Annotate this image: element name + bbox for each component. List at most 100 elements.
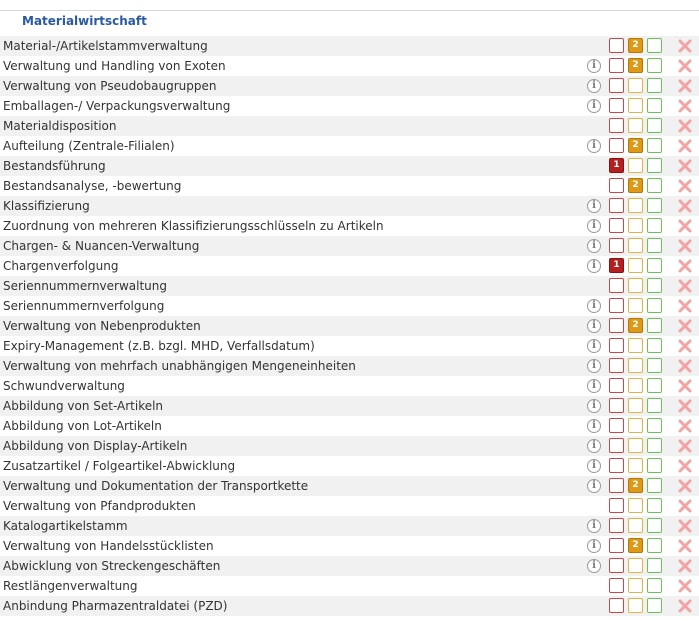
priority-1-checkbox[interactable]	[609, 318, 624, 333]
priority-3-checkbox[interactable]	[647, 358, 662, 373]
info-icon[interactable]: i	[587, 79, 601, 93]
priority-3-checkbox[interactable]	[647, 218, 662, 233]
delete-icon[interactable]	[678, 359, 692, 373]
priority-2-checkbox[interactable]	[628, 338, 643, 353]
priority-3-checkbox[interactable]	[647, 278, 662, 293]
delete-icon[interactable]	[678, 499, 692, 513]
info-icon[interactable]: i	[587, 479, 601, 493]
info-icon[interactable]: i	[587, 519, 601, 533]
priority-3-checkbox[interactable]	[647, 518, 662, 533]
priority-3-checkbox[interactable]	[647, 98, 662, 113]
delete-icon[interactable]	[678, 139, 692, 153]
delete-icon[interactable]	[678, 239, 692, 253]
priority-2-checkbox[interactable]	[628, 558, 643, 573]
priority-3-checkbox[interactable]	[647, 498, 662, 513]
delete-icon[interactable]	[678, 459, 692, 473]
priority-2-checkbox[interactable]	[628, 98, 643, 113]
delete-icon[interactable]	[678, 259, 692, 273]
priority-3-checkbox[interactable]	[647, 378, 662, 393]
priority-3-checkbox[interactable]	[647, 198, 662, 213]
priority-1-checkbox[interactable]	[609, 518, 624, 533]
delete-icon[interactable]	[678, 319, 692, 333]
priority-1-checkbox[interactable]	[609, 58, 624, 73]
priority-1-checkbox[interactable]	[609, 438, 624, 453]
info-icon[interactable]: i	[587, 559, 601, 573]
priority-1-checkbox[interactable]	[609, 118, 624, 133]
delete-icon[interactable]	[678, 159, 692, 173]
priority-3-checkbox[interactable]	[647, 298, 662, 313]
priority-3-checkbox[interactable]	[647, 398, 662, 413]
delete-icon[interactable]	[678, 399, 692, 413]
delete-icon[interactable]	[678, 479, 692, 493]
priority-3-checkbox[interactable]	[647, 418, 662, 433]
priority-3-checkbox[interactable]	[647, 178, 662, 193]
priority-2-checkbox[interactable]	[628, 458, 643, 473]
priority-3-checkbox[interactable]	[647, 78, 662, 93]
priority-1-checkbox[interactable]: 1	[609, 158, 624, 173]
priority-1-checkbox[interactable]	[609, 38, 624, 53]
priority-2-checkbox[interactable]: 2	[628, 38, 643, 53]
info-icon[interactable]: i	[587, 419, 601, 433]
info-icon[interactable]: i	[587, 59, 601, 73]
info-icon[interactable]: i	[587, 439, 601, 453]
priority-2-checkbox[interactable]: 2	[628, 58, 643, 73]
delete-icon[interactable]	[678, 559, 692, 573]
delete-icon[interactable]	[678, 99, 692, 113]
delete-icon[interactable]	[678, 279, 692, 293]
info-icon[interactable]: i	[587, 259, 601, 273]
priority-1-checkbox[interactable]	[609, 418, 624, 433]
delete-icon[interactable]	[678, 219, 692, 233]
priority-1-checkbox[interactable]	[609, 498, 624, 513]
priority-1-checkbox[interactable]	[609, 178, 624, 193]
priority-3-checkbox[interactable]	[647, 338, 662, 353]
priority-1-checkbox[interactable]	[609, 458, 624, 473]
delete-icon[interactable]	[678, 299, 692, 313]
priority-2-checkbox[interactable]	[628, 598, 643, 613]
priority-2-checkbox[interactable]: 2	[628, 538, 643, 553]
priority-1-checkbox[interactable]	[609, 378, 624, 393]
priority-3-checkbox[interactable]	[647, 138, 662, 153]
info-icon[interactable]: i	[587, 219, 601, 233]
priority-2-checkbox[interactable]	[628, 298, 643, 313]
priority-2-checkbox[interactable]	[628, 578, 643, 593]
priority-1-checkbox[interactable]	[609, 558, 624, 573]
delete-icon[interactable]	[678, 519, 692, 533]
info-icon[interactable]: i	[587, 239, 601, 253]
priority-3-checkbox[interactable]	[647, 598, 662, 613]
priority-2-checkbox[interactable]	[628, 198, 643, 213]
info-icon[interactable]: i	[587, 99, 601, 113]
delete-icon[interactable]	[678, 119, 692, 133]
priority-1-checkbox[interactable]	[609, 398, 624, 413]
priority-2-checkbox[interactable]	[628, 278, 643, 293]
priority-2-checkbox[interactable]	[628, 218, 643, 233]
priority-2-checkbox[interactable]	[628, 378, 643, 393]
info-icon[interactable]: i	[587, 539, 601, 553]
priority-2-checkbox[interactable]: 2	[628, 178, 643, 193]
info-icon[interactable]: i	[587, 379, 601, 393]
priority-2-checkbox[interactable]	[628, 158, 643, 173]
info-icon[interactable]: i	[587, 459, 601, 473]
delete-icon[interactable]	[678, 419, 692, 433]
priority-1-checkbox[interactable]	[609, 138, 624, 153]
priority-3-checkbox[interactable]	[647, 458, 662, 473]
priority-3-checkbox[interactable]	[647, 118, 662, 133]
info-icon[interactable]: i	[587, 319, 601, 333]
priority-2-checkbox[interactable]	[628, 518, 643, 533]
priority-1-checkbox[interactable]	[609, 78, 624, 93]
priority-3-checkbox[interactable]	[647, 258, 662, 273]
delete-icon[interactable]	[678, 579, 692, 593]
info-icon[interactable]: i	[587, 199, 601, 213]
delete-icon[interactable]	[678, 179, 692, 193]
delete-icon[interactable]	[678, 79, 692, 93]
info-icon[interactable]: i	[587, 299, 601, 313]
priority-1-checkbox[interactable]	[609, 338, 624, 353]
delete-icon[interactable]	[678, 39, 692, 53]
priority-3-checkbox[interactable]	[647, 478, 662, 493]
priority-2-checkbox[interactable]	[628, 358, 643, 373]
priority-2-checkbox[interactable]: 2	[628, 138, 643, 153]
priority-1-checkbox[interactable]	[609, 578, 624, 593]
priority-2-checkbox[interactable]	[628, 438, 643, 453]
info-icon[interactable]: i	[587, 339, 601, 353]
delete-icon[interactable]	[678, 379, 692, 393]
info-icon[interactable]: i	[587, 399, 601, 413]
